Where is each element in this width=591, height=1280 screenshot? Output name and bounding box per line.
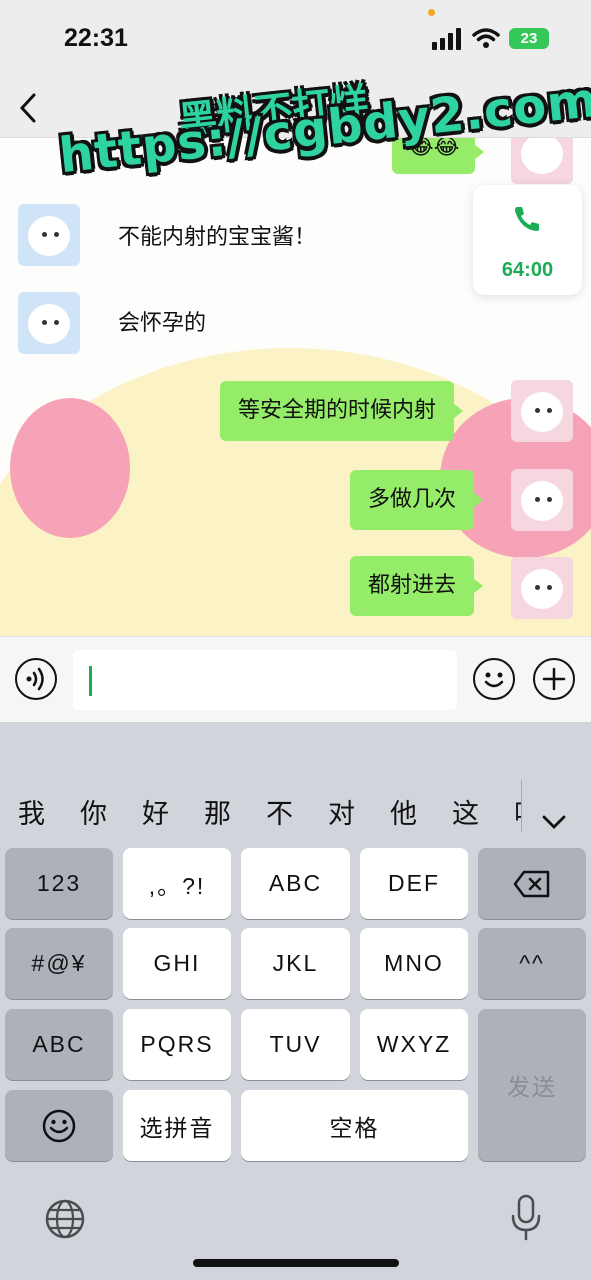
battery-indicator: 23: [509, 28, 549, 49]
candidate-item[interactable]: 你: [80, 792, 107, 831]
message-text: 会怀孕的: [118, 311, 207, 336]
voice-input-button[interactable]: [15, 658, 57, 700]
call-duration: 64:00: [501, 259, 554, 281]
key-abc[interactable]: ABC: [241, 848, 350, 919]
text-caret: [89, 666, 92, 696]
message-text: 都射进去: [368, 573, 457, 598]
chat-screen: { "status_bar": {"time": "22:31", "batte…: [0, 0, 591, 1280]
send-key[interactable]: 发送: [478, 1009, 586, 1161]
avatar[interactable]: [18, 292, 80, 354]
message-bubble[interactable]: 不能内射的宝宝酱！: [100, 208, 334, 268]
emoji-button[interactable]: [473, 658, 515, 700]
avatar-eye: [54, 232, 59, 237]
key-def[interactable]: DEF: [360, 848, 468, 919]
ime-candidate-bar: 我 你 好 那 不 对 他 这 吧: [0, 722, 591, 842]
key-ghi[interactable]: GHI: [123, 928, 231, 999]
message-list[interactable]: 😂😂 不能内射的宝宝酱！ 会怀孕的 等安全期的时候内射 多做几次 都射进去 64…: [0, 138, 591, 636]
avatar[interactable]: [18, 204, 80, 266]
candidate-item[interactable]: 不: [266, 792, 293, 831]
avatar-eye: [42, 232, 47, 237]
message-text: 不能内射的宝宝酱！: [118, 225, 317, 250]
avatar[interactable]: [511, 557, 573, 619]
key-emoticon[interactable]: ^^: [478, 928, 586, 999]
avatar-eye: [54, 320, 59, 325]
message-text: 等安全期的时候内射: [238, 398, 437, 423]
key-punctuation[interactable]: ,。?!: [123, 848, 231, 919]
message-bubble[interactable]: 会怀孕的: [100, 294, 224, 354]
candidate-item[interactable]: 吧: [514, 792, 521, 831]
avatar[interactable]: [511, 380, 573, 442]
smiley-icon: [484, 672, 504, 688]
delete-key[interactable]: [478, 848, 586, 919]
mic-in-use-indicator: [428, 9, 435, 16]
avatar-eye: [547, 408, 552, 413]
avatar-cat-face: [521, 392, 563, 432]
plus-icon: [542, 667, 566, 691]
emoji-key[interactable]: [5, 1090, 113, 1161]
key-select-pinyin[interactable]: 选拼音: [123, 1090, 231, 1161]
avatar-eye: [547, 497, 552, 502]
home-indicator[interactable]: [193, 1259, 399, 1267]
candidate-item[interactable]: 那: [204, 792, 231, 831]
back-button[interactable]: [18, 88, 48, 128]
status-bar: 22:31 23: [0, 0, 591, 80]
voice-waves-icon: [26, 667, 44, 691]
avatar[interactable]: [511, 469, 573, 531]
chevron-left-icon: [19, 93, 36, 123]
avatar-cat-face: [28, 304, 70, 344]
candidate-divider: [521, 780, 522, 832]
smiley-icon: [42, 1109, 76, 1142]
avatar-cat-face: [521, 138, 563, 174]
message-bubble[interactable]: 多做几次: [350, 470, 484, 530]
chevron-down-icon[interactable]: [541, 814, 567, 830]
status-time: 22:31: [64, 24, 128, 52]
avatar-cat-face: [521, 481, 563, 521]
avatar-eye: [42, 320, 47, 325]
candidate-item[interactable]: 对: [328, 792, 355, 831]
candidate-item[interactable]: 他: [390, 792, 417, 831]
candidate-item[interactable]: 这: [452, 792, 479, 831]
key-abc-mode[interactable]: ABC: [5, 1009, 113, 1080]
phone-icon: [515, 207, 539, 231]
message-input-bar: [0, 636, 591, 722]
wifi-icon: [472, 28, 500, 48]
message-text: 多做几次: [368, 487, 457, 512]
candidate-item[interactable]: 好: [142, 792, 169, 831]
key-wxyz[interactable]: WXYZ: [360, 1009, 468, 1080]
avatar-eye: [535, 408, 540, 413]
key-mno[interactable]: MNO: [360, 928, 468, 999]
battery-level: 23: [520, 30, 538, 47]
chat-background-decoration: [10, 398, 130, 538]
microphone-icon[interactable]: [510, 1194, 542, 1242]
floating-call-window[interactable]: 64:00: [473, 185, 582, 295]
avatar-cat-face: [28, 216, 70, 256]
avatar-eye: [547, 585, 552, 590]
avatar-eye: [535, 497, 540, 502]
key-symbols[interactable]: #@¥: [5, 928, 113, 999]
space-key[interactable]: 空格: [241, 1090, 468, 1161]
avatar[interactable]: [511, 138, 573, 184]
backspace-icon: [513, 870, 550, 897]
cellular-signal-icon: [432, 28, 461, 50]
key-tuv[interactable]: TUV: [241, 1009, 350, 1080]
key-jkl[interactable]: JKL: [241, 928, 350, 999]
avatar-eye: [535, 585, 540, 590]
avatar-cat-face: [521, 569, 563, 609]
message-bubble[interactable]: 等安全期的时候内射: [220, 381, 464, 441]
candidate-item[interactable]: 我: [18, 792, 45, 831]
message-text-input[interactable]: [73, 650, 457, 710]
key-123[interactable]: 123: [5, 848, 113, 919]
globe-icon[interactable]: [44, 1198, 86, 1240]
more-actions-button[interactable]: [533, 658, 575, 700]
key-pqrs[interactable]: PQRS: [123, 1009, 231, 1080]
message-bubble[interactable]: 都射进去: [350, 556, 484, 616]
